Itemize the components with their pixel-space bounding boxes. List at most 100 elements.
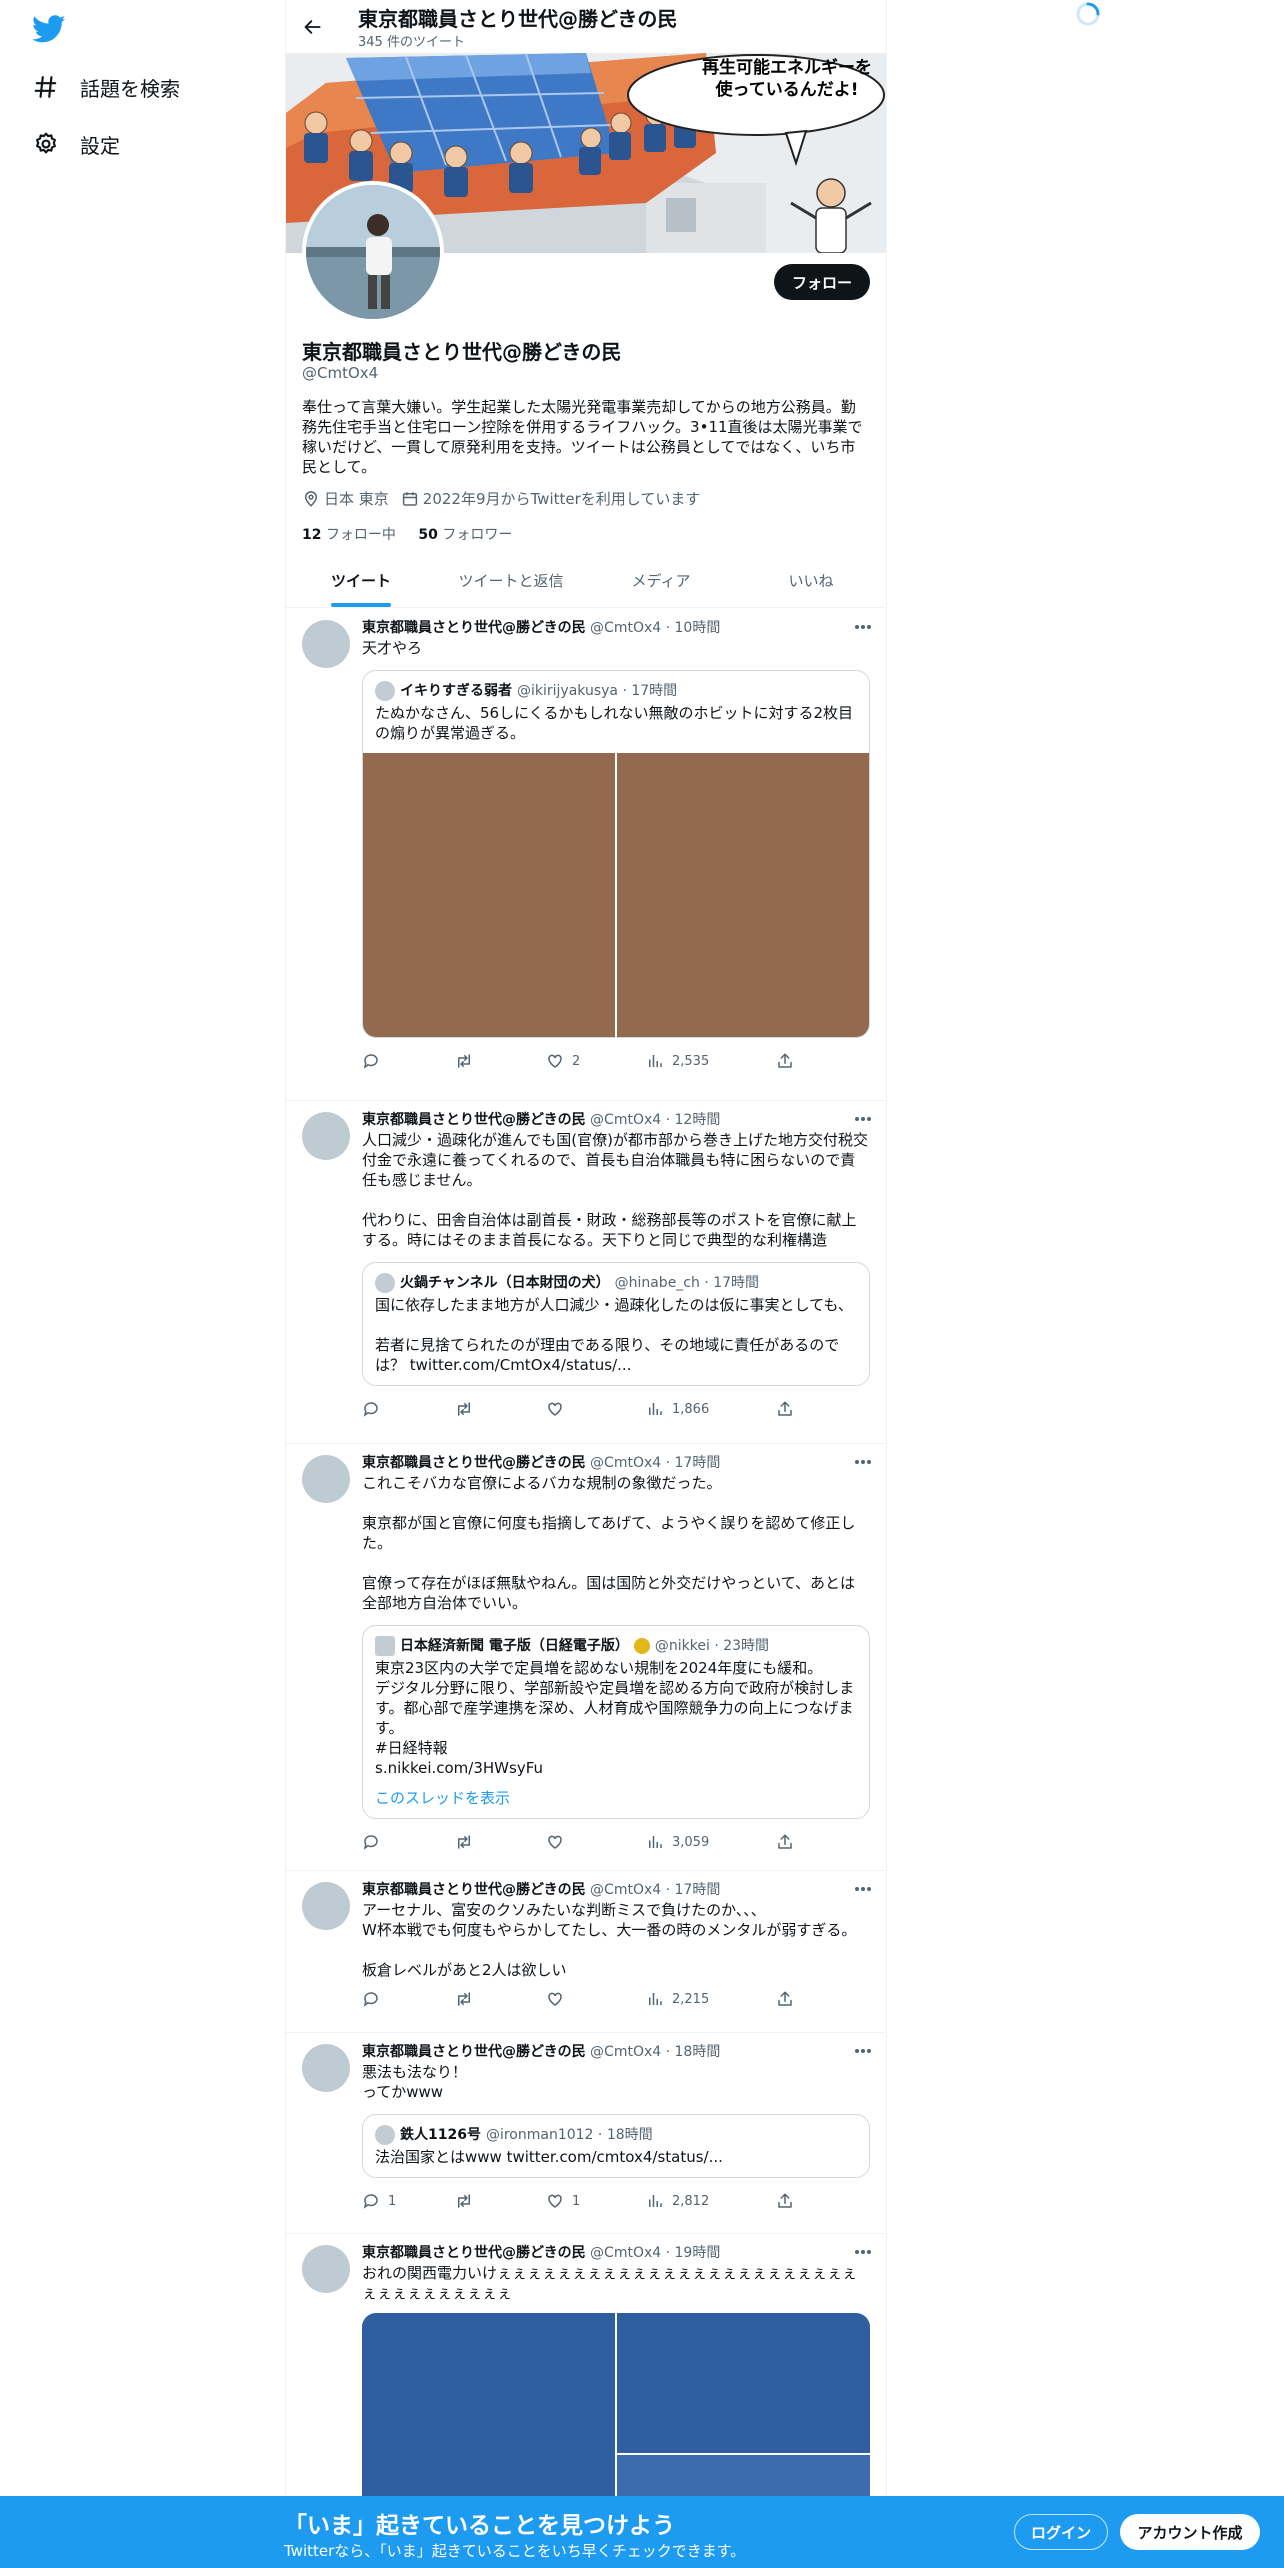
retweet-button[interactable] — [454, 1400, 546, 1418]
quoted-tweet[interactable]: 鉄人1126号 @ironman1012 · 18時間 法治国家とはwww twi… — [362, 2114, 870, 2178]
tweet[interactable]: 東京都職員さとり世代@勝どきの民 @CmtOx4 · 12時間 人口減少・過疎化… — [286, 1100, 886, 1444]
tweet-body: 東京都職員さとり世代@勝どきの民 @CmtOx4 · 12時間 人口減少・過疎化… — [362, 1110, 870, 1426]
views-button[interactable]: 2,812 — [646, 2192, 776, 2210]
tweet-time[interactable]: · 17時間 — [666, 1455, 721, 1471]
tweet-time[interactable]: · 17時間 — [666, 1882, 721, 1898]
quoted-author-name: 火鍋チャンネル（日本財団の犬） — [400, 1275, 610, 1291]
follow-button[interactable]: フォロー — [773, 264, 870, 300]
show-thread-link[interactable]: このスレッドを表示 — [363, 1788, 869, 1818]
tweet-avatar[interactable] — [302, 1112, 350, 1160]
share-button[interactable] — [776, 1400, 802, 1418]
gear-icon — [30, 128, 62, 160]
media-image[interactable] — [617, 753, 869, 1037]
tweet-time[interactable]: · 12時間 — [666, 1112, 721, 1128]
views-button[interactable]: 3,059 — [646, 1833, 776, 1851]
reply-button[interactable] — [362, 1833, 454, 1851]
banner-caption-line1: 再生可能エネルギーを — [702, 58, 872, 78]
retweet-button[interactable] — [454, 1052, 546, 1070]
like-button[interactable]: 2 — [546, 1052, 646, 1070]
tweet-author-handle[interactable]: @CmtOx4 — [590, 1112, 661, 1128]
tweet-avatar[interactable] — [302, 620, 350, 668]
like-button[interactable] — [546, 1833, 646, 1851]
view-count: 2,215 — [672, 1991, 710, 2007]
analytics-bar-icon — [646, 1400, 672, 1418]
tab-media[interactable]: メディア — [586, 553, 736, 607]
tweet-author-name[interactable]: 東京都職員さとり世代@勝どきの民 — [362, 2044, 586, 2060]
quoted-text: 東京23区内の大学で定員増を認めない規制を2024年度にも緩和。 デジタル分野に… — [375, 1659, 855, 1777]
create-account-button[interactable]: アカウント作成 — [1120, 2514, 1260, 2550]
views-button[interactable]: 2,535 — [646, 1052, 776, 1070]
tweet-header: 東京都職員さとり世代@勝どきの民 @CmtOx4 · 12時間 — [362, 1110, 870, 1130]
views-button[interactable]: 1,866 — [646, 1400, 776, 1418]
followers-link[interactable]: 50 フォロワー — [418, 527, 512, 543]
retweet-button[interactable] — [454, 1990, 546, 2008]
tweet[interactable]: 東京都職員さとり世代@勝どきの民 @CmtOx4 · 18時間 悪法も法なり！ … — [286, 2032, 886, 2234]
quoted-tweet-header: 日本経済新聞 電子版（日経電子版） @nikkei · 23時間 — [363, 1626, 869, 1656]
quoted-tweet[interactable]: イキりすぎる弱者 @ikirijyakusya · 17時間 たぬかなさん、56し… — [362, 670, 870, 1038]
nav-explore[interactable]: 話題を検索 — [30, 64, 180, 110]
following-count: 12 — [302, 527, 322, 543]
tweet-time[interactable]: · 10時間 — [666, 620, 721, 636]
tweet-time[interactable]: · 18時間 — [666, 2044, 721, 2060]
tweet-header: 東京都職員さとり世代@勝どきの民 @CmtOx4 · 17時間 — [362, 1453, 870, 1473]
tab-likes[interactable]: いいね — [736, 553, 886, 607]
share-button[interactable] — [776, 2192, 802, 2210]
nav-settings[interactable]: 設定 — [30, 121, 120, 167]
tweet-avatar[interactable] — [302, 1455, 350, 1503]
twitter-logo-icon[interactable] — [32, 12, 66, 46]
reply-button[interactable] — [362, 1990, 454, 2008]
quoted-tweet[interactable]: 火鍋チャンネル（日本財団の犬） @hinabe_ch · 17時間 国に依存したま… — [362, 1262, 870, 1386]
profile-joined-text: 2022年9月からTwitterを利用しています — [422, 490, 701, 508]
tweet-avatar[interactable] — [302, 2245, 350, 2293]
tweet[interactable]: 東京都職員さとり世代@勝どきの民 @CmtOx4 · 10時間 天才やろ イキり… — [286, 608, 886, 1101]
tweet-author-name[interactable]: 東京都職員さとり世代@勝どきの民 — [362, 1882, 586, 1898]
share-button[interactable] — [776, 1990, 802, 2008]
share-button[interactable] — [776, 1052, 802, 1070]
like-button[interactable] — [546, 1400, 646, 1418]
reply-button[interactable] — [362, 1052, 454, 1070]
tweet-author-name[interactable]: 東京都職員さとり世代@勝どきの民 — [362, 1455, 586, 1471]
loading-spinner-icon — [1075, 1, 1101, 27]
tweet-avatar[interactable] — [302, 2044, 350, 2092]
tweet-author-name[interactable]: 東京都職員さとり世代@勝どきの民 — [362, 1112, 586, 1128]
retweet-button[interactable] — [454, 1833, 546, 1851]
hashtag-icon — [30, 71, 62, 103]
tweet[interactable]: 東京都職員さとり世代@勝どきの民 @CmtOx4 · 17時間 アーセナル、富安… — [286, 1870, 886, 2033]
login-button[interactable]: ログイン — [1014, 2514, 1108, 2550]
tweet-count: 345 件のツイート — [358, 35, 465, 50]
quoted-tweet[interactable]: 日本経済新聞 電子版（日経電子版） @nikkei · 23時間 東京23区内の大… — [362, 1625, 870, 1819]
share-button[interactable] — [776, 1833, 802, 1851]
tweet-author-handle[interactable]: @CmtOx4 — [590, 2044, 661, 2060]
heart-icon — [546, 1052, 572, 1070]
tweet-author-name[interactable]: 東京都職員さとり世代@勝どきの民 — [362, 2245, 586, 2261]
profile-avatar[interactable] — [302, 181, 444, 323]
views-button[interactable]: 2,215 — [646, 1990, 776, 2008]
tab-tweets-and-replies[interactable]: ツイートと返信 — [436, 553, 586, 607]
tweet-header: 東京都職員さとり世代@勝どきの民 @CmtOx4 · 18時間 — [362, 2042, 870, 2062]
reply-button[interactable]: 1 — [362, 2192, 454, 2210]
signup-banner-subtitle: Twitterなら、「いま」起きていることをいち早くチェックできます。 — [284, 2542, 746, 2560]
like-button[interactable] — [546, 1990, 646, 2008]
like-button[interactable]: 1 — [546, 2192, 646, 2210]
media-image[interactable] — [363, 753, 615, 1037]
media-image[interactable] — [617, 2313, 870, 2453]
tweet-author-handle[interactable]: @CmtOx4 — [590, 1455, 661, 1471]
following-link[interactable]: 12 フォロー中 — [302, 527, 396, 543]
banner-caption: 再生可能エネルギーを 使っているんだよ! — [702, 57, 872, 101]
quoted-avatar — [375, 2125, 395, 2145]
tweet-author-handle[interactable]: @CmtOx4 — [590, 620, 661, 636]
tweet-avatar[interactable] — [302, 1882, 350, 1930]
tweet[interactable]: 東京都職員さとり世代@勝どきの民 @CmtOx4 · 17時間 これこそバカな官… — [286, 1443, 886, 1871]
tweet-text: 人口減少・過疎化が進んでも国(官僚)が都市部から巻き上げた地方交付税交付金で永遠… — [362, 1131, 868, 1249]
back-button[interactable] — [296, 10, 330, 44]
reply-button[interactable] — [362, 1400, 454, 1418]
tweet-author-name[interactable]: 東京都職員さとり世代@勝どきの民 — [362, 620, 586, 636]
tab-tweets[interactable]: ツイート — [286, 553, 436, 607]
profile-location-text: 日本 東京 — [324, 490, 389, 508]
tab-media-label: メディア — [631, 571, 691, 590]
tweet-time[interactable]: · 19時間 — [666, 2245, 721, 2261]
tweet-author-handle[interactable]: @CmtOx4 — [590, 2245, 661, 2261]
profile-handle: @CmtOx4 — [302, 364, 379, 382]
retweet-button[interactable] — [454, 2192, 546, 2210]
tweet-author-handle[interactable]: @CmtOx4 — [590, 1882, 661, 1898]
